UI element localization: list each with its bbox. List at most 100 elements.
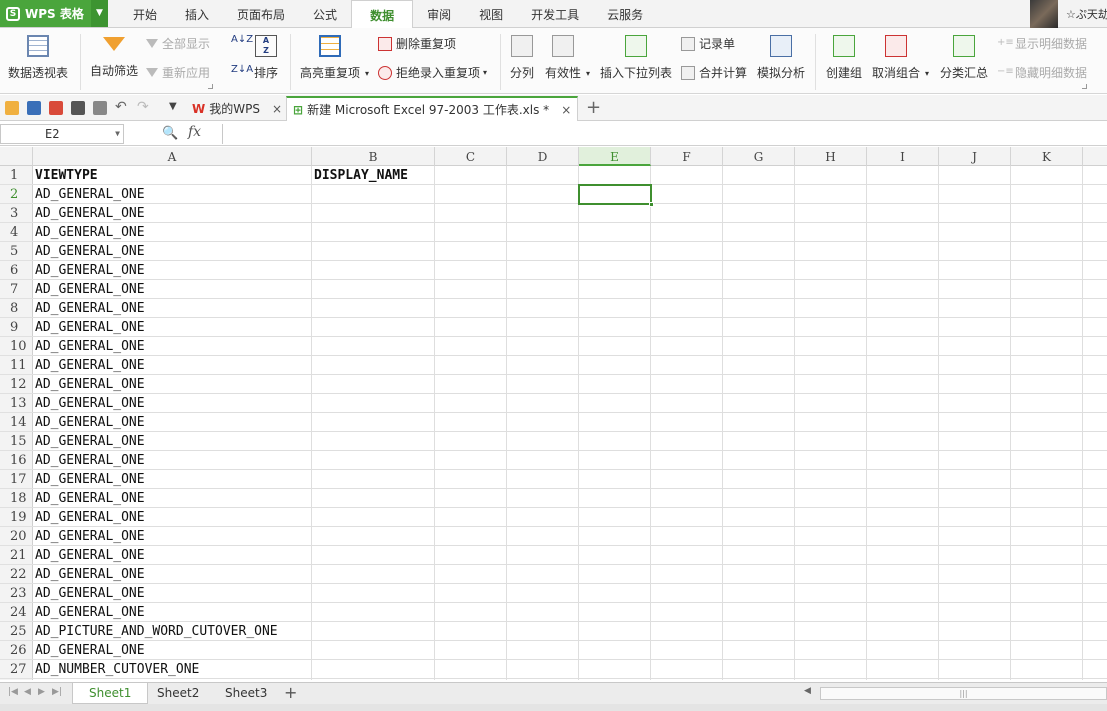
cell-b[interactable] xyxy=(312,546,435,565)
group-dialog-launcher[interactable] xyxy=(1082,84,1087,89)
delete-duplicates-button[interactable]: 删除重复项 xyxy=(378,35,456,52)
ungroup-button[interactable]: 取消组合 ▾ xyxy=(872,28,929,81)
row-header[interactable]: 15 xyxy=(0,432,33,451)
app-menu-button[interactable]: S WPS 表格 ▼ xyxy=(0,0,108,27)
row-header[interactable]: 11 xyxy=(0,356,33,375)
zoom-icon[interactable]: 🔍 xyxy=(162,126,178,141)
cell-a[interactable]: AD_GENERAL_ONE xyxy=(33,223,312,242)
cell-b[interactable] xyxy=(312,318,435,337)
cell-a[interactable]: AD_GENERAL_ONE xyxy=(33,185,312,204)
cell-b[interactable] xyxy=(312,413,435,432)
cell-a[interactable]: AD_GENERAL_ONE xyxy=(33,451,312,470)
subtotal-button[interactable]: 分类汇总 xyxy=(940,28,988,81)
create-group-button[interactable]: 创建组 xyxy=(826,28,862,81)
spreadsheet-grid[interactable]: A B C D E F G H I J K 1 2 3 4 5 6 7 8 9 10 11 12 13 1… xyxy=(0,147,1107,680)
menu-tab-view[interactable]: 视图 xyxy=(465,0,517,28)
sort-button[interactable]: AZ 排序 xyxy=(254,28,278,81)
cell-a[interactable]: AD_GENERAL_ONE xyxy=(33,489,312,508)
close-icon[interactable]: × xyxy=(561,103,571,117)
cell-b[interactable] xyxy=(312,299,435,318)
column-header-j[interactable]: J xyxy=(939,147,1011,166)
cell-a[interactable]: AD_GENERAL_ONE xyxy=(33,413,312,432)
close-icon[interactable]: × xyxy=(272,102,282,116)
row-header[interactable]: 27 xyxy=(0,660,33,679)
sheet-tab-1[interactable]: Sheet1 xyxy=(72,683,149,704)
cell-a[interactable]: AD_GENERAL_ONE xyxy=(33,280,312,299)
cell-a[interactable]: AD_GENERAL_ONE xyxy=(33,432,312,451)
validity-button[interactable]: 有效性 ▾ xyxy=(545,28,590,81)
sheet-tab-2[interactable]: Sheet2 xyxy=(141,683,215,704)
scrollbar-thumb[interactable]: ||| xyxy=(820,687,1107,700)
row-header[interactable]: 5 xyxy=(0,242,33,261)
cell-a[interactable]: AD_GENERAL_ONE xyxy=(33,508,312,527)
cell-a[interactable]: AD_GENERAL_ONE xyxy=(33,337,312,356)
column-header-c[interactable]: C xyxy=(435,147,507,166)
cell-b[interactable] xyxy=(312,394,435,413)
avatar[interactable] xyxy=(1030,0,1058,28)
cell-b[interactable] xyxy=(312,223,435,242)
formula-input[interactable] xyxy=(222,124,1107,144)
cell-b[interactable] xyxy=(312,356,435,375)
user-account[interactable]: ☆ぷ天劫 xyxy=(1030,0,1107,28)
cell-a[interactable]: AD_GENERAL_ONE xyxy=(33,318,312,337)
menu-tab-cloud[interactable]: 云服务 xyxy=(593,0,657,28)
show-detail-button[interactable]: +≡ 显示明细数据 xyxy=(997,35,1087,52)
cell-a[interactable]: AD_GENERAL_ONE xyxy=(33,565,312,584)
row-header[interactable]: 17 xyxy=(0,470,33,489)
row-header[interactable]: 4 xyxy=(0,223,33,242)
cell-a[interactable]: AD_GENERAL_ONE xyxy=(33,261,312,280)
column-header-i[interactable]: I xyxy=(867,147,939,166)
cell-b[interactable] xyxy=(312,185,435,204)
cell-b[interactable] xyxy=(312,660,435,679)
menu-tab-insert[interactable]: 插入 xyxy=(171,0,223,28)
name-box[interactable]: E2 ▼ xyxy=(0,124,124,144)
doc-tab-workbook[interactable]: ⊞ 新建 Microsoft Excel 97-2003 工作表.xls * × xyxy=(286,96,579,121)
row-header[interactable]: 1 xyxy=(0,166,33,185)
customize-dropdown-icon[interactable]: ▼ xyxy=(169,101,183,115)
split-column-button[interactable]: 分列 xyxy=(510,28,534,81)
menu-tab-developer[interactable]: 开发工具 xyxy=(517,0,593,28)
redo-icon[interactable]: ↷ xyxy=(137,99,151,115)
cell-b[interactable] xyxy=(312,242,435,261)
consolidate-button[interactable]: 合并计算 xyxy=(681,64,747,81)
horizontal-scrollbar[interactable]: ◀ ||| xyxy=(800,686,1107,701)
menu-tab-data[interactable]: 数据 xyxy=(351,0,414,29)
row-header[interactable]: 22 xyxy=(0,565,33,584)
sheet-tab-3[interactable]: Sheet3 xyxy=(209,683,283,704)
fill-handle[interactable] xyxy=(649,202,654,207)
cell-b[interactable] xyxy=(312,470,435,489)
export-pdf-icon[interactable] xyxy=(49,101,63,115)
cell-b[interactable] xyxy=(312,261,435,280)
cell-b[interactable] xyxy=(312,527,435,546)
cell-a[interactable]: AD_PICTURE_AND_WORD_CUTOVER_ONE xyxy=(33,622,312,641)
cell-b[interactable] xyxy=(312,280,435,299)
filter-dialog-launcher[interactable] xyxy=(208,84,213,89)
add-sheet-button[interactable]: + xyxy=(284,683,297,703)
hide-detail-button[interactable]: −≡ 隐藏明细数据 xyxy=(997,64,1087,81)
record-form-button[interactable]: 记录单 xyxy=(681,35,735,52)
cell-a[interactable]: AD_GENERAL_ONE xyxy=(33,641,312,660)
sort-ascending-button[interactable]: A↓Z xyxy=(231,34,253,45)
row-header[interactable]: 6 xyxy=(0,261,33,280)
cell-a[interactable]: AD_GENERAL_ONE xyxy=(33,394,312,413)
menu-tab-home[interactable]: 开始 xyxy=(119,0,171,28)
cell-b[interactable] xyxy=(312,337,435,356)
cell-b[interactable] xyxy=(312,584,435,603)
pivot-table-button[interactable]: 数据透视表 xyxy=(8,28,68,81)
menu-tab-page-layout[interactable]: 页面布局 xyxy=(223,0,299,28)
cell-a[interactable]: AD_GENERAL_ONE xyxy=(33,527,312,546)
row-header[interactable]: 18 xyxy=(0,489,33,508)
row-header[interactable]: 3 xyxy=(0,204,33,223)
last-sheet-icon[interactable]: ▶| xyxy=(52,687,62,697)
column-header-b[interactable]: B xyxy=(312,147,435,166)
cell-b[interactable] xyxy=(312,375,435,394)
cell-b[interactable] xyxy=(312,489,435,508)
menu-tab-formula[interactable]: 公式 xyxy=(299,0,351,28)
menu-tab-review[interactable]: 审阅 xyxy=(413,0,465,28)
column-header-k[interactable]: K xyxy=(1011,147,1083,166)
what-if-analysis-button[interactable]: 模拟分析 xyxy=(757,28,805,81)
scroll-left-icon[interactable]: ◀ xyxy=(804,686,811,696)
cell-b[interactable] xyxy=(312,622,435,641)
cell-a[interactable]: AD_GENERAL_ONE xyxy=(33,470,312,489)
row-header[interactable]: 2 xyxy=(0,185,33,204)
